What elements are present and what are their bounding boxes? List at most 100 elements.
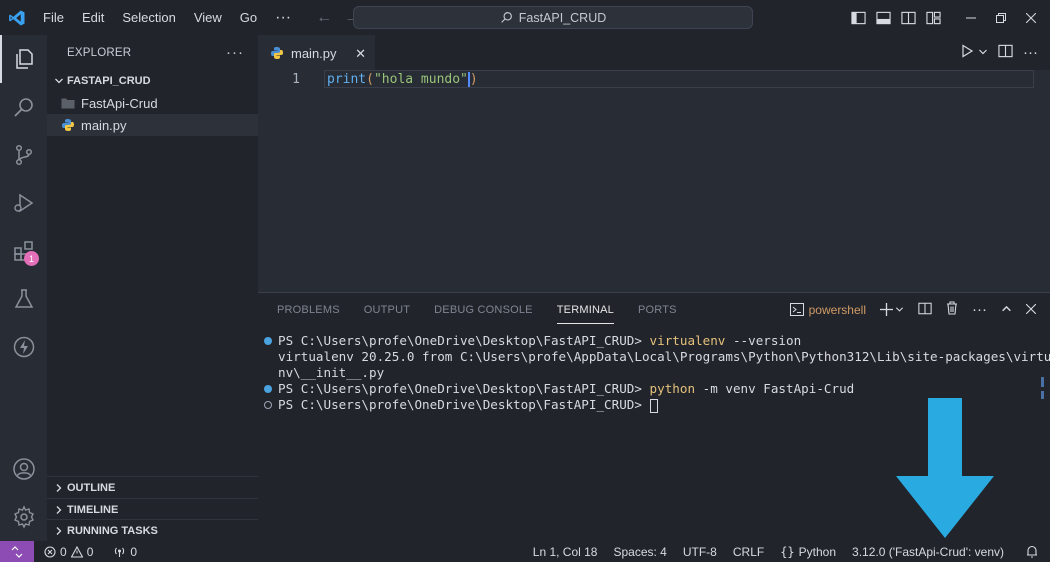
toggle-secondary-sidebar-icon[interactable] bbox=[896, 0, 921, 35]
problems-indicator[interactable]: 0 0 bbox=[38, 545, 99, 559]
code-editor[interactable]: 1 print("hola mundo") bbox=[258, 70, 1050, 292]
split-terminal-icon[interactable] bbox=[918, 302, 932, 318]
tab-terminal[interactable]: TERMINAL bbox=[556, 296, 614, 324]
code-line-content[interactable]: print("hola mundo") bbox=[324, 70, 1034, 88]
toggle-primary-sidebar-icon[interactable] bbox=[846, 0, 871, 35]
running-tasks-section[interactable]: RUNNING TASKS bbox=[47, 519, 258, 541]
tab-debug-console[interactable]: DEBUG CONSOLE bbox=[434, 304, 533, 316]
terminal-line: virtualenv 20.25.0 from C:\Users\profe\A… bbox=[278, 349, 1050, 364]
command-pending-dot-icon bbox=[264, 401, 272, 409]
settings-gear-icon[interactable] bbox=[0, 493, 47, 541]
token-function: print bbox=[327, 71, 367, 87]
source-control-icon[interactable] bbox=[0, 131, 47, 179]
outline-label: OUTLINE bbox=[67, 481, 116, 494]
terminal-line: nv\__init__.py bbox=[278, 365, 385, 380]
testing-icon[interactable] bbox=[0, 275, 47, 323]
back-arrow-icon[interactable]: ← bbox=[316, 9, 332, 27]
search-icon[interactable] bbox=[0, 83, 47, 131]
explorer-icon[interactable] bbox=[0, 35, 47, 83]
terminal-cursor bbox=[649, 398, 658, 413]
vscode-logo-icon bbox=[0, 0, 34, 35]
menu-selection[interactable]: Selection bbox=[113, 0, 184, 35]
workspace-folder-header[interactable]: FASTAPI_CRUD bbox=[47, 70, 258, 92]
error-icon bbox=[44, 545, 56, 558]
end-of-line[interactable]: CRLF bbox=[727, 545, 770, 559]
customize-layout-icon[interactable] bbox=[921, 0, 946, 35]
terminal-args: --version bbox=[725, 333, 802, 348]
kill-terminal-icon[interactable] bbox=[946, 301, 958, 318]
warning-icon bbox=[70, 545, 83, 558]
remote-indicator-icon[interactable] bbox=[0, 541, 34, 562]
thunder-client-icon[interactable] bbox=[0, 323, 47, 371]
terminal-prompt: PS C:\Users\profe\OneDrive\Desktop\FastA… bbox=[278, 397, 650, 412]
chevron-right-icon bbox=[51, 483, 67, 493]
extensions-icon[interactable]: 1 bbox=[0, 227, 47, 275]
down-arrow-annotation-icon bbox=[896, 398, 994, 538]
folder-icon bbox=[61, 98, 75, 109]
status-bar: 0 0 0 Ln 1, Col 18 Spaces: 4 UTF-8 CRLF … bbox=[0, 541, 1050, 562]
tree-item-main-py[interactable]: main.py bbox=[47, 114, 258, 136]
error-count: 0 bbox=[60, 544, 67, 559]
accounts-icon[interactable] bbox=[0, 445, 47, 493]
title-bar: File Edit Selection View Go ··· ← → Fast… bbox=[0, 0, 1050, 35]
tab-label: main.py bbox=[291, 45, 337, 61]
file-encoding[interactable]: UTF-8 bbox=[677, 545, 723, 559]
run-file-icon[interactable] bbox=[960, 44, 974, 61]
tab-ports[interactable]: PORTS bbox=[638, 304, 677, 316]
running-tasks-label: RUNNING TASKS bbox=[67, 524, 158, 537]
explorer-more-button[interactable]: ··· bbox=[226, 44, 244, 61]
python-interpreter[interactable]: 3.12.0 ('FastApi-Crud': venv) bbox=[846, 545, 1010, 559]
restore-icon[interactable] bbox=[986, 0, 1016, 35]
terminal-prompt: PS C:\Users\profe\OneDrive\Desktop\FastA… bbox=[278, 333, 650, 348]
split-editor-icon[interactable] bbox=[998, 44, 1013, 61]
minimize-icon[interactable] bbox=[956, 0, 986, 35]
language-mode[interactable]: {} Python bbox=[774, 545, 842, 559]
token-paren: ) bbox=[469, 71, 478, 87]
terminal-icon bbox=[789, 303, 804, 316]
indentation[interactable]: Spaces: 4 bbox=[607, 545, 672, 559]
explorer-sidebar: EXPLORER ··· FASTAPI_CRUD FastApi-Crud m… bbox=[47, 35, 258, 541]
command-success-dot-icon bbox=[264, 337, 272, 345]
close-panel-icon[interactable] bbox=[1025, 302, 1037, 317]
explorer-title: EXPLORER bbox=[67, 46, 132, 59]
python-file-icon bbox=[62, 119, 74, 131]
new-terminal-icon[interactable] bbox=[880, 303, 904, 316]
chevron-right-icon bbox=[51, 526, 67, 536]
token-paren: ( bbox=[366, 71, 374, 87]
menu-file[interactable]: File bbox=[34, 0, 73, 35]
tab-main-py[interactable]: main.py ✕ bbox=[258, 35, 375, 70]
menu-view[interactable]: View bbox=[185, 0, 231, 35]
terminal-prompt: PS C:\Users\profe\OneDrive\Desktop\FastA… bbox=[278, 381, 650, 396]
outline-section[interactable]: OUTLINE bbox=[47, 476, 258, 498]
notifications-bell-icon[interactable] bbox=[1020, 545, 1044, 558]
activity-bar: 1 bbox=[0, 35, 47, 541]
command-center-search[interactable]: FastAPI_CRUD bbox=[353, 6, 753, 29]
search-icon bbox=[500, 12, 512, 23]
ports-indicator[interactable]: 0 bbox=[107, 545, 143, 559]
menu-more[interactable]: ··· bbox=[266, 0, 300, 35]
cursor-position[interactable]: Ln 1, Col 18 bbox=[527, 545, 604, 559]
editor-more-actions-icon[interactable]: ··· bbox=[1023, 44, 1038, 61]
toggle-panel-icon[interactable] bbox=[871, 0, 896, 35]
language-label: Python bbox=[798, 544, 837, 559]
run-debug-icon[interactable] bbox=[0, 179, 47, 227]
tree-item-label: FastApi-Crud bbox=[81, 95, 158, 111]
maximize-panel-icon[interactable] bbox=[1001, 302, 1012, 317]
tab-problems[interactable]: PROBLEMS bbox=[277, 304, 340, 316]
ports-count: 0 bbox=[130, 544, 138, 559]
terminal-instance-selector[interactable]: powershell bbox=[789, 303, 866, 317]
menu-bar: File Edit Selection View Go ··· bbox=[34, 0, 300, 35]
scrollbar-marker bbox=[1041, 391, 1044, 399]
close-window-icon[interactable] bbox=[1016, 0, 1046, 35]
timeline-section[interactable]: TIMELINE bbox=[47, 498, 258, 520]
tab-output[interactable]: OUTPUT bbox=[364, 304, 410, 316]
close-tab-icon[interactable]: ✕ bbox=[355, 46, 366, 62]
run-options-chevron-icon[interactable] bbox=[978, 45, 988, 60]
python-file-icon bbox=[271, 47, 283, 59]
more-actions-icon[interactable]: ··· bbox=[972, 301, 987, 318]
menu-go[interactable]: Go bbox=[231, 0, 266, 35]
token-string: "hola mundo" bbox=[373, 71, 468, 87]
tree-item-folder[interactable]: FastApi-Crud bbox=[47, 92, 258, 114]
menu-edit[interactable]: Edit bbox=[73, 0, 113, 35]
chevron-right-icon bbox=[51, 505, 67, 515]
